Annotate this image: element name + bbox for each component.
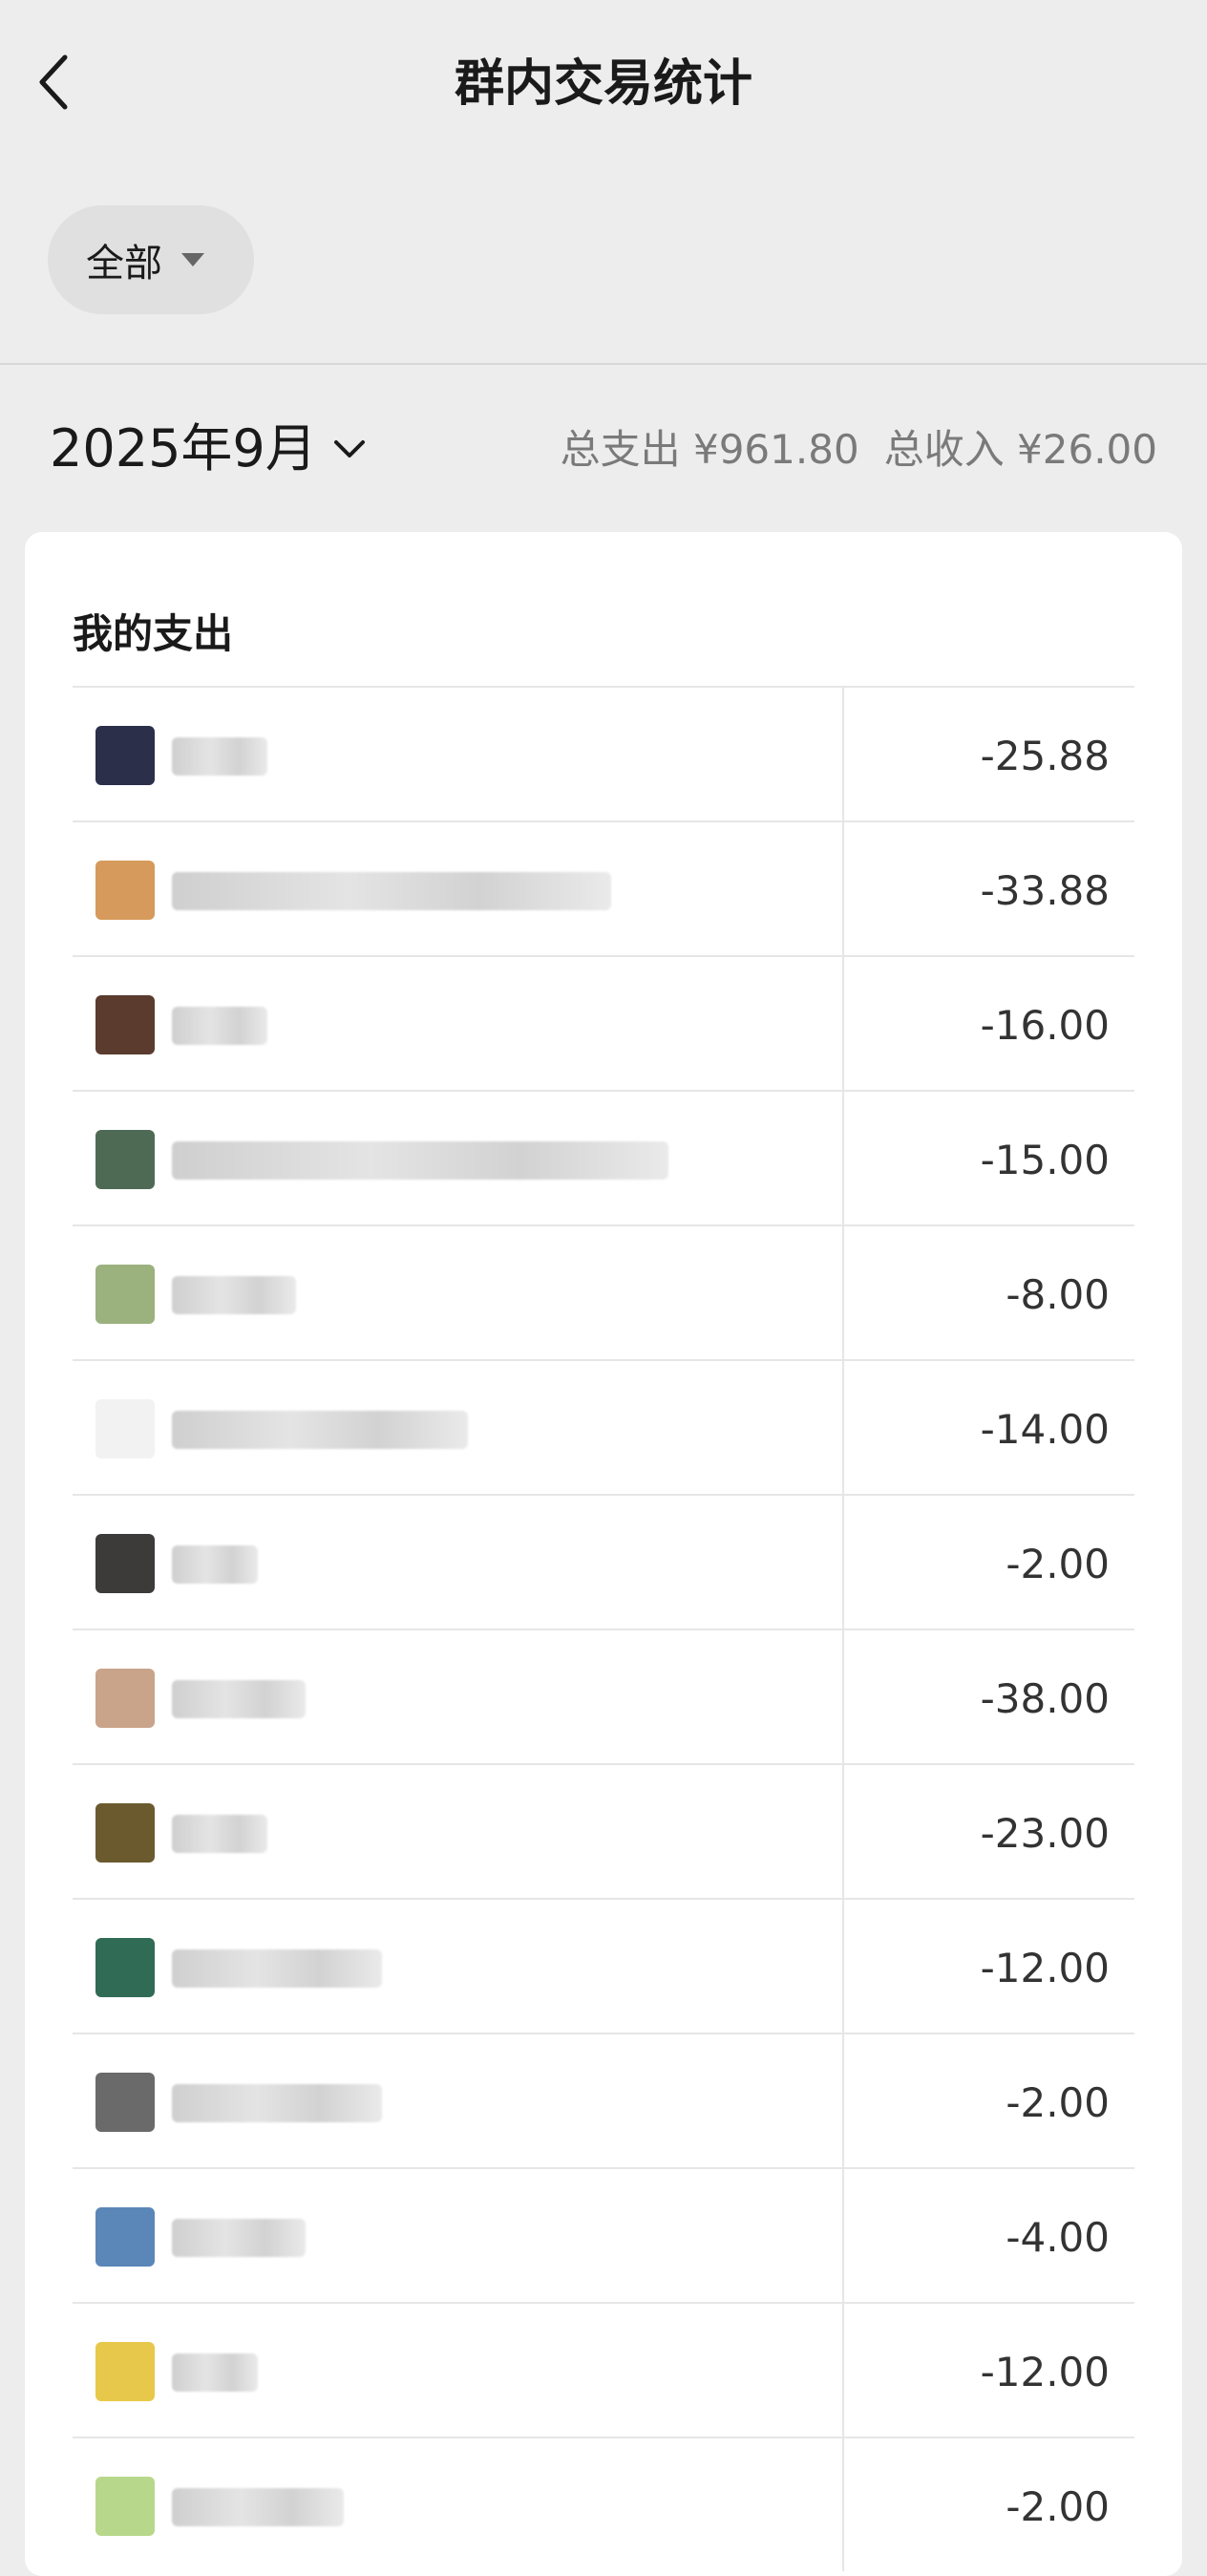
filter-dropdown[interactable]: 全部 <box>48 205 254 314</box>
table-row[interactable]: -25.88 <box>73 686 1134 820</box>
table-row[interactable]: -38.00 <box>73 1629 1134 1763</box>
table-row[interactable]: -12.00 <box>73 2302 1134 2437</box>
avatar <box>95 2207 155 2267</box>
row-amount: -25.88 <box>980 733 1110 779</box>
avatar <box>95 1803 155 1863</box>
column-divider <box>842 1361 844 1494</box>
avatar <box>95 1534 155 1593</box>
table-row[interactable]: -23.00 <box>73 1763 1134 1898</box>
table-row[interactable]: -33.88 <box>73 820 1134 955</box>
table-row[interactable]: -14.00 <box>73 1359 1134 1494</box>
avatar <box>95 995 155 1054</box>
row-amount: -15.00 <box>980 1137 1110 1183</box>
member-name-blurred <box>172 872 611 910</box>
member-name-blurred <box>172 1815 267 1853</box>
row-amount: -16.00 <box>980 1002 1110 1049</box>
row-amount: -33.88 <box>980 867 1110 914</box>
avatar <box>95 1938 155 1997</box>
month-label: 2025年9月 <box>50 418 317 479</box>
table-row[interactable]: -16.00 <box>73 955 1134 1090</box>
row-amount: -8.00 <box>1006 1271 1110 1318</box>
member-name-blurred <box>172 2488 344 2526</box>
member-name-blurred <box>172 1276 296 1314</box>
member-name-blurred <box>172 737 267 776</box>
avatar <box>95 2342 155 2401</box>
column-divider <box>842 1765 844 1898</box>
row-amount: -12.00 <box>980 2349 1110 2395</box>
page-title: 群内交易统计 <box>454 55 752 113</box>
table-row[interactable]: -2.00 <box>73 1494 1134 1629</box>
column-divider <box>842 688 844 820</box>
member-name-blurred <box>172 2084 382 2122</box>
row-amount: -2.00 <box>1006 1541 1110 1587</box>
column-divider <box>842 1900 844 2033</box>
column-divider <box>842 1092 844 1224</box>
member-name-blurred <box>172 2219 306 2257</box>
row-amount: -12.00 <box>980 1945 1110 1991</box>
expense-list: -25.88 -33.88 -16.00 -15.00 -8.00 -14.00 -2.00… <box>73 686 1134 2571</box>
member-name-blurred <box>172 1141 668 1180</box>
caret-down-icon <box>181 253 204 266</box>
column-divider <box>842 1496 844 1629</box>
divider <box>0 363 1207 365</box>
column-divider <box>842 2034 844 2167</box>
row-amount: -23.00 <box>980 1810 1110 1857</box>
header: 群内交易统计 <box>0 0 1207 172</box>
avatar <box>95 2477 155 2536</box>
totals-summary: 总支出 ¥961.80 总收入 ¥26.00 <box>561 426 1157 474</box>
column-divider <box>842 1630 844 1763</box>
table-row[interactable]: -8.00 <box>73 1224 1134 1359</box>
member-name-blurred <box>172 1411 468 1449</box>
column-divider <box>842 822 844 955</box>
row-amount: -38.00 <box>980 1675 1110 1722</box>
total-expense: 总支出 ¥961.80 <box>560 426 859 473</box>
section-title: 我的支出 <box>73 610 234 657</box>
avatar <box>95 1265 155 1324</box>
table-row[interactable]: -15.00 <box>73 1090 1134 1224</box>
member-name-blurred <box>172 1680 306 1718</box>
avatar <box>95 1669 155 1728</box>
column-divider <box>842 2169 844 2302</box>
avatar <box>95 861 155 920</box>
row-amount: -4.00 <box>1006 2214 1110 2261</box>
member-name-blurred <box>172 1007 267 1045</box>
table-row[interactable]: -2.00 <box>73 2437 1134 2571</box>
filter-label: 全部 <box>86 242 162 286</box>
row-amount: -14.00 <box>980 1406 1110 1453</box>
avatar <box>95 1130 155 1189</box>
total-income: 总收入 ¥26.00 <box>883 426 1157 473</box>
chevron-down-icon <box>333 440 365 458</box>
column-divider <box>842 957 844 1090</box>
column-divider <box>842 2438 844 2571</box>
avatar <box>95 2073 155 2132</box>
column-divider <box>842 2304 844 2437</box>
avatar <box>95 726 155 785</box>
member-name-blurred <box>172 1545 258 1584</box>
month-selector[interactable]: 2025年9月 <box>50 418 367 479</box>
avatar <box>95 1399 155 1458</box>
table-row[interactable]: -4.00 <box>73 2167 1134 2302</box>
column-divider <box>842 1226 844 1359</box>
member-name-blurred <box>172 2353 258 2392</box>
row-amount: -2.00 <box>1006 2079 1110 2126</box>
table-row[interactable]: -2.00 <box>73 2033 1134 2167</box>
member-name-blurred <box>172 1949 382 1988</box>
row-amount: -2.00 <box>1006 2483 1110 2530</box>
table-row[interactable]: -12.00 <box>73 1898 1134 2033</box>
